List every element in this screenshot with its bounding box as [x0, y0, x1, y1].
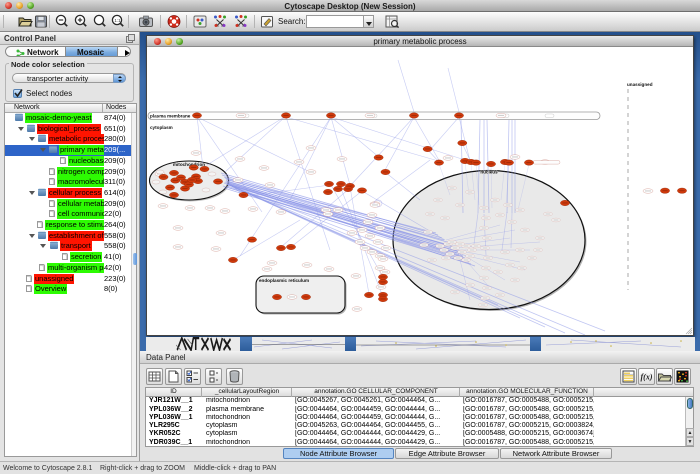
svg-text:endoplasmic reticulum: endoplasmic reticulum — [259, 278, 309, 283]
svg-text:unassigned: unassigned — [627, 82, 653, 87]
svg-text:f(x): f(x) — [641, 373, 653, 382]
svg-text:plasma membrane: plasma membrane — [150, 114, 191, 119]
svg-text:cytoplasm: cytoplasm — [150, 125, 173, 130]
svg-text:1:1: 1:1 — [114, 18, 121, 23]
svg-text:nucleus: nucleus — [480, 170, 498, 175]
svg-text:mitochondrion: mitochondrion — [173, 162, 205, 167]
